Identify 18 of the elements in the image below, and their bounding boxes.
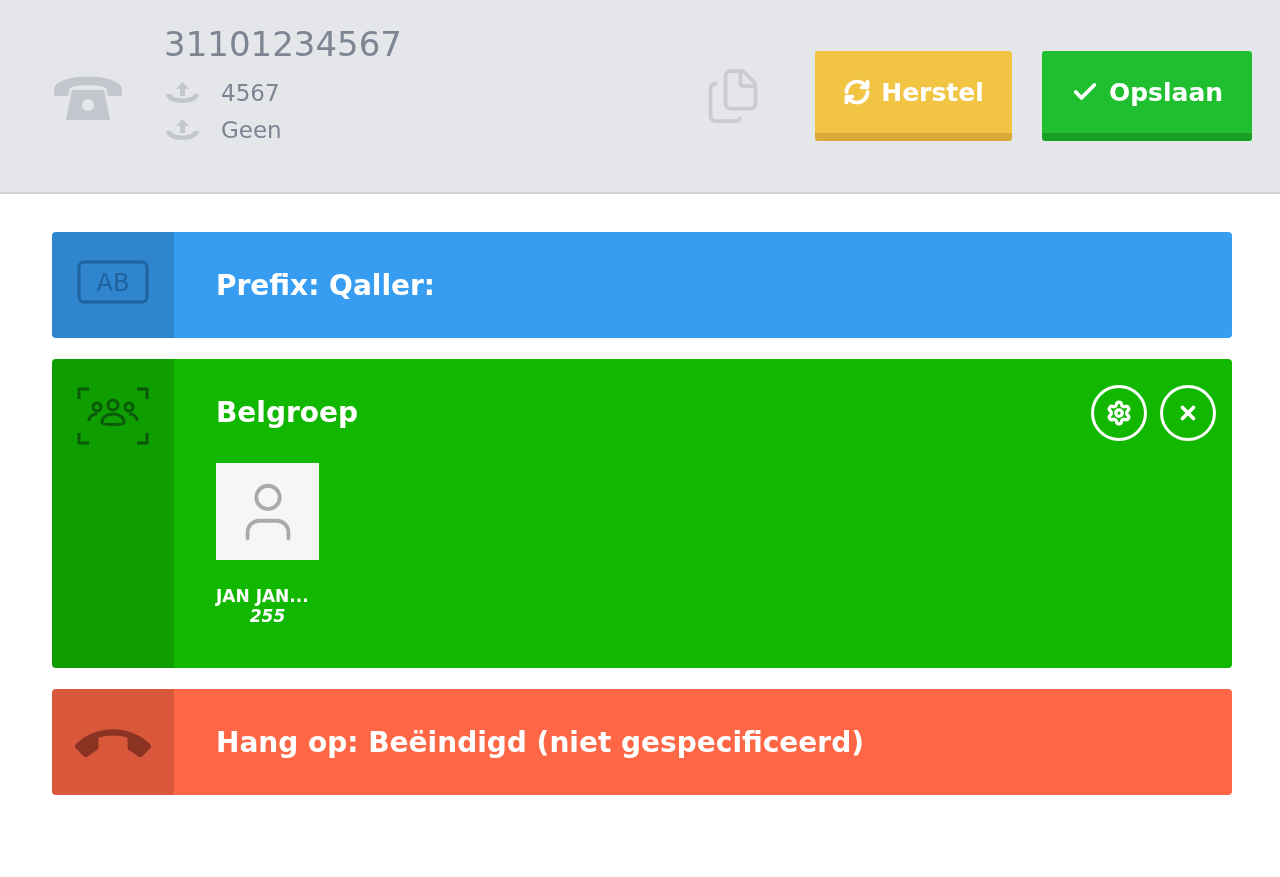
call-forward-icon — [164, 81, 201, 104]
phone-number: 31101234567 — [164, 24, 403, 64]
step-title: Prefix: Qaller: — [216, 269, 435, 302]
member-name: JAN JAN... — [216, 586, 309, 606]
step-title: Belgroep — [216, 396, 359, 429]
refresh-icon — [843, 78, 872, 106]
reset-button[interactable]: Herstel — [815, 51, 1012, 141]
forward-target: Geen — [221, 116, 282, 143]
settings-button[interactable] — [1091, 385, 1147, 441]
forward-target: 4567 — [221, 79, 280, 106]
gear-icon — [1106, 400, 1132, 426]
close-button[interactable] — [1160, 385, 1216, 441]
step-title: Hang op: Beëindigd (niet gespecificeerd) — [216, 726, 864, 759]
call-forward-icon — [164, 118, 201, 141]
group-icon — [77, 387, 149, 445]
save-button[interactable]: Opslaan — [1042, 51, 1252, 141]
member-extension: 255 — [249, 606, 286, 626]
avatar[interactable] — [216, 463, 319, 560]
